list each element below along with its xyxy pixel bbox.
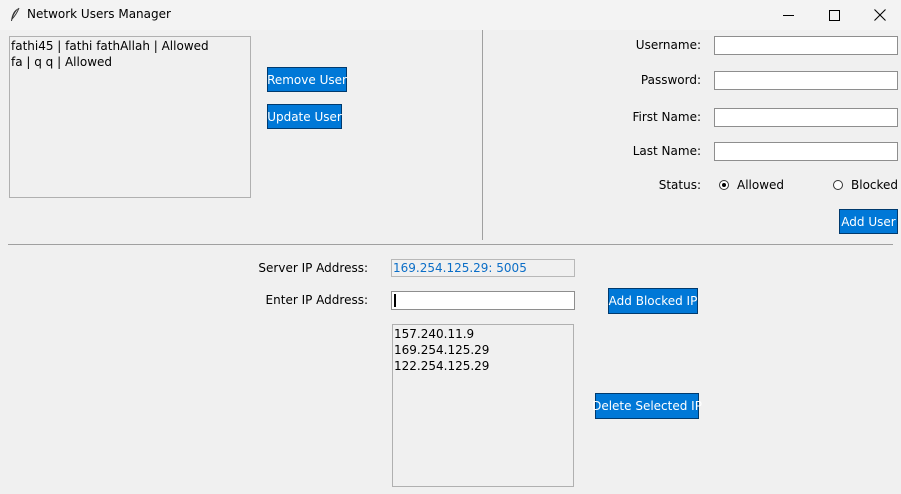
maximize-button[interactable] — [811, 0, 857, 30]
text-caret — [394, 294, 396, 307]
window-title: Network Users Manager — [27, 7, 171, 21]
password-label: Password: — [640, 73, 701, 87]
minimize-icon — [782, 14, 794, 16]
last-name-input[interactable] — [714, 142, 898, 161]
users-listbox[interactable]: fathi45 | fathi fathAllah | Allowed fa |… — [9, 36, 251, 198]
blocked-ip-listbox[interactable]: 157.240.11.9 169.254.125.29 122.254.125.… — [392, 324, 574, 487]
horizontal-separator — [8, 244, 893, 245]
status-blocked-label[interactable]: Blocked — [851, 178, 898, 192]
list-item[interactable]: 169.254.125.29 — [393, 342, 573, 358]
update-user-button[interactable]: Update User — [267, 104, 342, 129]
delete-selected-ip-button[interactable]: Delete Selected IP — [592, 393, 702, 419]
password-input[interactable] — [714, 71, 898, 90]
last-name-label: Last Name: — [632, 144, 701, 158]
minimize-button[interactable] — [765, 0, 811, 30]
vertical-separator — [482, 30, 483, 240]
list-item[interactable]: 122.254.125.29 — [393, 358, 573, 374]
status-label: Status: — [658, 178, 701, 192]
status-allowed-label[interactable]: Allowed — [737, 178, 784, 192]
username-label: Username: — [635, 38, 701, 52]
close-button[interactable] — [857, 0, 901, 30]
first-name-input[interactable] — [714, 108, 898, 127]
server-ip-field: 169.254.125.29: 5005 — [391, 259, 575, 277]
add-user-button[interactable]: Add User — [839, 209, 898, 234]
add-blocked-ip-button[interactable]: Add Blocked IP — [608, 288, 698, 314]
list-item[interactable]: fathi45 | fathi fathAllah | Allowed — [10, 38, 250, 54]
ip-address-input[interactable] — [391, 291, 575, 310]
username-input[interactable] — [714, 36, 898, 55]
title-bar[interactable]: Network Users Manager — [0, 0, 901, 30]
remove-user-button[interactable]: Remove User — [267, 67, 347, 92]
close-icon — [874, 9, 886, 21]
list-item[interactable]: 157.240.11.9 — [393, 326, 573, 342]
maximize-icon — [828, 9, 840, 21]
status-blocked-radio[interactable] — [833, 180, 843, 190]
server-ip-label: Server IP Address: — [258, 261, 368, 275]
status-allowed-radio[interactable] — [719, 180, 729, 190]
list-item[interactable]: fa | q q | Allowed — [10, 54, 250, 70]
enter-ip-label: Enter IP Address: — [265, 293, 368, 307]
feather-icon — [11, 7, 20, 21]
first-name-label: First Name: — [632, 110, 701, 124]
